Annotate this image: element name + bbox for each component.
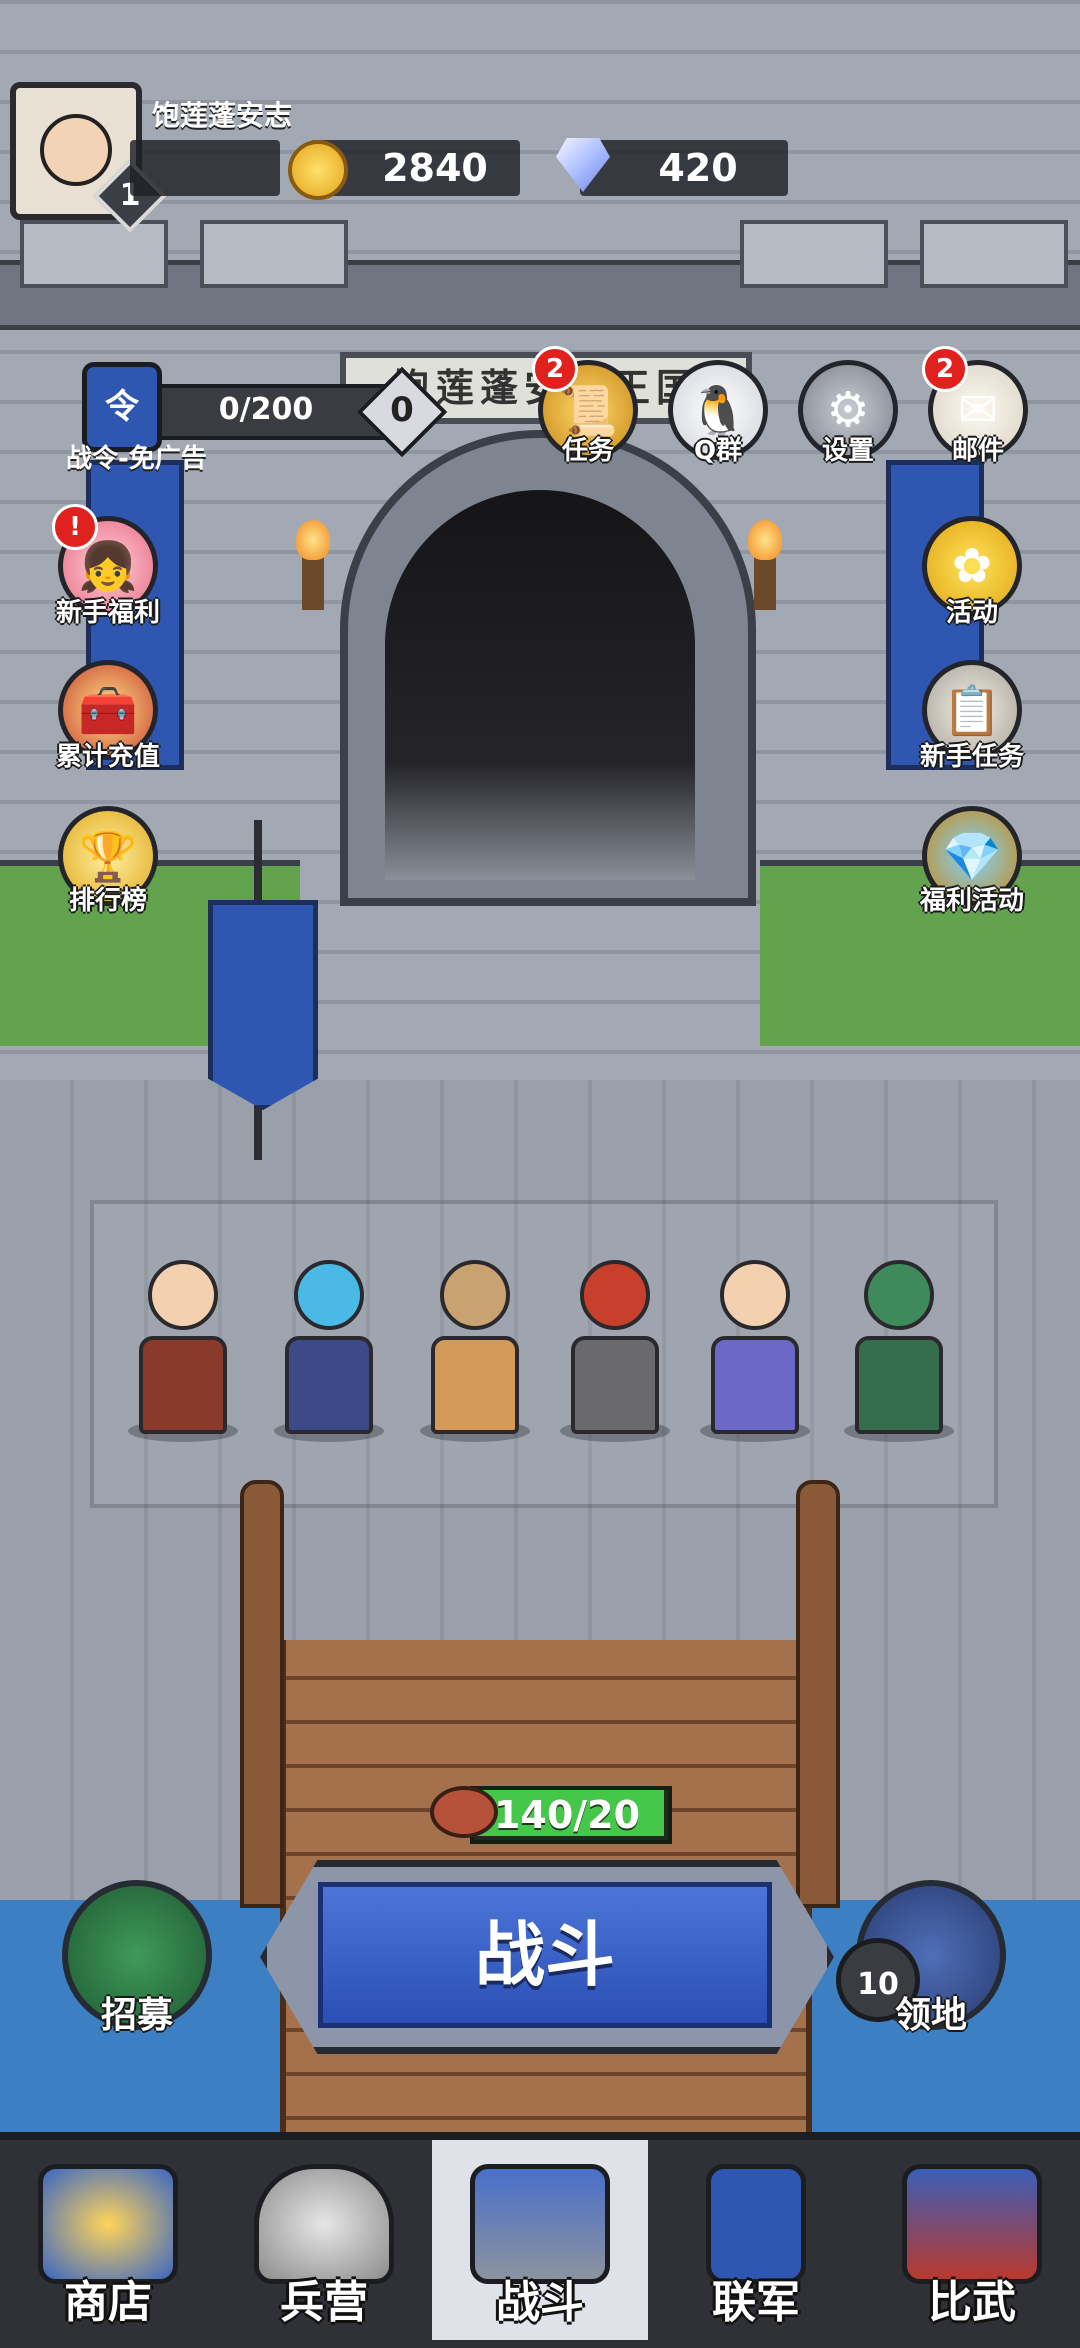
hero-swordsman[interactable]: [138, 1260, 228, 1434]
nav-tab-barracks[interactable]: 兵营: [216, 2140, 432, 2340]
territory-label: 领地: [894, 1995, 967, 2036]
nav-tab-shop[interactable]: 商店: [0, 2140, 216, 2340]
torch-flame: [748, 520, 782, 560]
mail-label: 邮件: [951, 436, 1004, 466]
torch-flame: [296, 520, 330, 560]
gold-amount: 2840: [382, 146, 488, 190]
hero-mage[interactable]: [284, 1260, 374, 1434]
battle-pass-points: 0: [390, 390, 414, 430]
nav-label-barracks: 兵营: [280, 2277, 368, 2328]
nav-label-battle: 战斗: [496, 2277, 584, 2328]
nav-tab-alliance[interactable]: 联军: [648, 2140, 864, 2340]
hero-warrior[interactable]: [430, 1260, 520, 1434]
hero-head: [440, 1260, 510, 1330]
hero-head: [864, 1260, 934, 1330]
quest-badge: 2: [532, 346, 578, 392]
gate-opening: [385, 490, 695, 880]
newbie-welfare-label: 新手福利: [55, 598, 160, 628]
hero-body: [571, 1336, 659, 1434]
hero-general[interactable]: [570, 1260, 660, 1434]
hero-head: [580, 1260, 650, 1330]
newbie-welfare-badge: !: [52, 504, 98, 550]
newbie-quest-label: 新手任务: [919, 742, 1024, 772]
hero-body: [285, 1336, 373, 1434]
leaderboard-label: 排行榜: [68, 886, 147, 916]
hero-strategist[interactable]: [710, 1260, 800, 1434]
event-label: 活动: [945, 598, 998, 628]
diamond-amount: 420: [658, 146, 738, 190]
cumulative-recharge-label: 累计充值: [55, 742, 160, 772]
gold-coin-icon: [288, 140, 348, 200]
nav-label-arena: 比武: [928, 2277, 1016, 2328]
stamina-text: 140/20: [493, 1793, 641, 1837]
battle-pass-icon-char: 令: [105, 387, 139, 427]
battlement: [200, 220, 348, 288]
hero-head: [148, 1260, 218, 1330]
battlement: [920, 220, 1068, 288]
nav-label-alliance: 联军: [712, 2277, 800, 2328]
hero-rifleman[interactable]: [854, 1260, 944, 1434]
nav-tab-arena[interactable]: 比武: [864, 2140, 1080, 2340]
hero-body: [431, 1336, 519, 1434]
mail-badge: 2: [922, 346, 968, 392]
nav-tab-battle[interactable]: 战斗: [432, 2140, 648, 2340]
recruit-label: 招募: [100, 1995, 173, 2036]
battlement: [740, 220, 888, 288]
battle-pass-progress: 0/200: [218, 392, 314, 427]
welfare-event-label: 福利活动: [919, 886, 1024, 916]
hero-body: [139, 1336, 227, 1434]
plaza-banner: [208, 900, 318, 1110]
avatar-face: [40, 114, 112, 186]
hero-body: [711, 1336, 799, 1434]
bridge-post: [796, 1480, 840, 1908]
bridge-post: [240, 1480, 284, 1908]
hero-head: [720, 1260, 790, 1330]
hero-head: [294, 1260, 364, 1330]
name-bar: [130, 140, 280, 196]
hero-body: [855, 1336, 943, 1434]
battle-pass-label: 战令-免广告: [66, 444, 207, 474]
nav-label-shop: 商店: [64, 2277, 152, 2328]
player-name: 饱莲蓬安志: [152, 99, 293, 132]
battlement: [20, 220, 168, 288]
battle-button-label: 战斗: [475, 1914, 615, 1996]
